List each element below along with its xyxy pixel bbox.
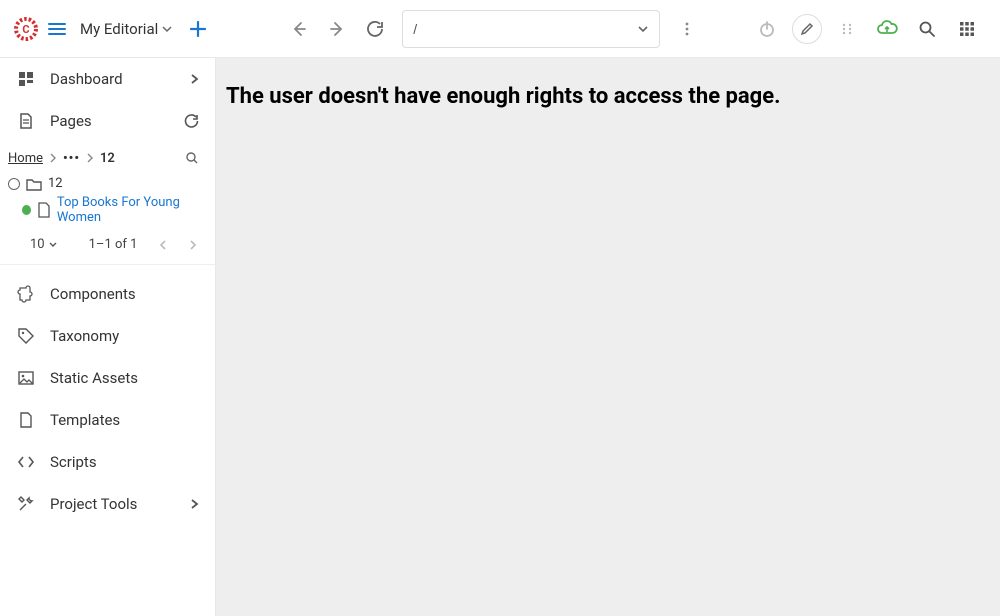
chevron-right-icon (49, 153, 57, 163)
forward-button[interactable] (318, 10, 356, 48)
breadcrumb-home[interactable]: Home (8, 151, 43, 166)
workspace-name: My Editorial (80, 20, 158, 38)
pager-range: 1–1 of 1 (89, 237, 138, 252)
url-dropdown[interactable] (637, 23, 649, 35)
cloud-upload-icon (876, 18, 898, 40)
sidebar-item-label: Dashboard (50, 70, 175, 88)
tree-page[interactable]: Top Books For Young Women (0, 193, 215, 227)
image-icon (16, 369, 36, 387)
right-toolbar (748, 10, 986, 48)
back-button[interactable] (280, 10, 318, 48)
puzzle-icon (16, 285, 36, 303)
nav-controls (280, 10, 394, 48)
sidebar-item-taxonomy[interactable]: Taxonomy (0, 315, 215, 357)
url-input[interactable] (413, 21, 637, 37)
more-vertical-icon (679, 21, 695, 37)
folder-label: 12 (48, 176, 63, 191)
grip-icon (840, 22, 854, 36)
tree-page-link[interactable]: Top Books For Young Women (57, 195, 207, 225)
breadcrumb-ellipsis[interactable]: ••• (63, 151, 80, 166)
header: C My Editorial (0, 0, 1000, 58)
chevron-right-icon (86, 153, 94, 163)
pager-prev[interactable] (153, 240, 173, 250)
search-button[interactable] (908, 10, 946, 48)
menu-icon[interactable] (46, 18, 68, 40)
chevron-right-icon (189, 498, 199, 510)
arrow-left-icon (290, 20, 308, 38)
pagesize-selector[interactable]: 10 (30, 237, 57, 252)
sidebar: Dashboard Pages Home ••• 12 (0, 58, 216, 616)
tag-icon (16, 327, 36, 345)
url-bar[interactable] (402, 10, 660, 48)
breadcrumb-current: 12 (100, 151, 115, 166)
page-icon (37, 202, 51, 218)
pencil-icon (800, 22, 814, 36)
sidebar-item-templates[interactable]: Templates (0, 399, 215, 441)
sidebar-item-label: Static Assets (50, 369, 199, 387)
reload-icon (366, 20, 384, 38)
apps-button[interactable] (948, 10, 986, 48)
sidebar-item-label: Scripts (50, 453, 199, 471)
arrow-right-icon (328, 20, 346, 38)
document-icon (16, 411, 36, 429)
code-icon (16, 453, 36, 471)
search-icon (918, 20, 936, 38)
power-icon (758, 20, 776, 38)
page-icon (16, 112, 36, 130)
content-area: The user doesn't have enough rights to a… (216, 58, 1000, 616)
apps-grid-icon (958, 20, 976, 38)
radio-icon (8, 178, 20, 190)
reload-button[interactable] (356, 10, 394, 48)
tree-folder[interactable]: 12 (0, 174, 215, 193)
svg-text:C: C (22, 23, 29, 36)
tree-search[interactable] (185, 151, 207, 165)
sidebar-item-dashboard[interactable]: Dashboard (0, 58, 215, 100)
pager-next[interactable] (183, 240, 203, 250)
dashboard-icon (16, 70, 36, 88)
edit-button[interactable] (788, 10, 826, 48)
plus-icon (188, 19, 208, 39)
sidebar-item-pages[interactable]: Pages (0, 100, 215, 142)
workspace-selector[interactable]: My Editorial (80, 20, 172, 38)
power-button[interactable] (748, 10, 786, 48)
sidebar-item-label: Templates (50, 411, 199, 429)
add-button[interactable] (188, 19, 208, 39)
sidebar-item-static-assets[interactable]: Static Assets (0, 357, 215, 399)
publish-button[interactable] (868, 10, 906, 48)
chevron-right-icon (189, 73, 199, 85)
more-options[interactable] (668, 10, 706, 48)
sidebar-item-label: Components (50, 285, 199, 303)
chevron-down-icon (637, 23, 649, 35)
drag-handle[interactable] (828, 10, 866, 48)
status-dot-icon (22, 205, 31, 215)
error-message: The user doesn't have enough rights to a… (226, 84, 990, 109)
sidebar-item-project-tools[interactable]: Project Tools (0, 483, 215, 525)
sidebar-item-label: Project Tools (50, 495, 175, 513)
refresh-icon[interactable] (183, 113, 199, 129)
sidebar-item-label: Pages (50, 112, 169, 130)
sidebar-item-scripts[interactable]: Scripts (0, 441, 215, 483)
app-logo: C (14, 17, 38, 41)
tree-pager: 10 1–1 of 1 (0, 227, 215, 265)
breadcrumb: Home ••• 12 (0, 142, 215, 174)
folder-icon (26, 177, 42, 191)
tools-icon (16, 495, 36, 513)
chevron-down-icon (162, 24, 172, 34)
sidebar-item-components[interactable]: Components (0, 273, 215, 315)
chevron-down-icon (49, 241, 57, 249)
sidebar-item-label: Taxonomy (50, 327, 199, 345)
